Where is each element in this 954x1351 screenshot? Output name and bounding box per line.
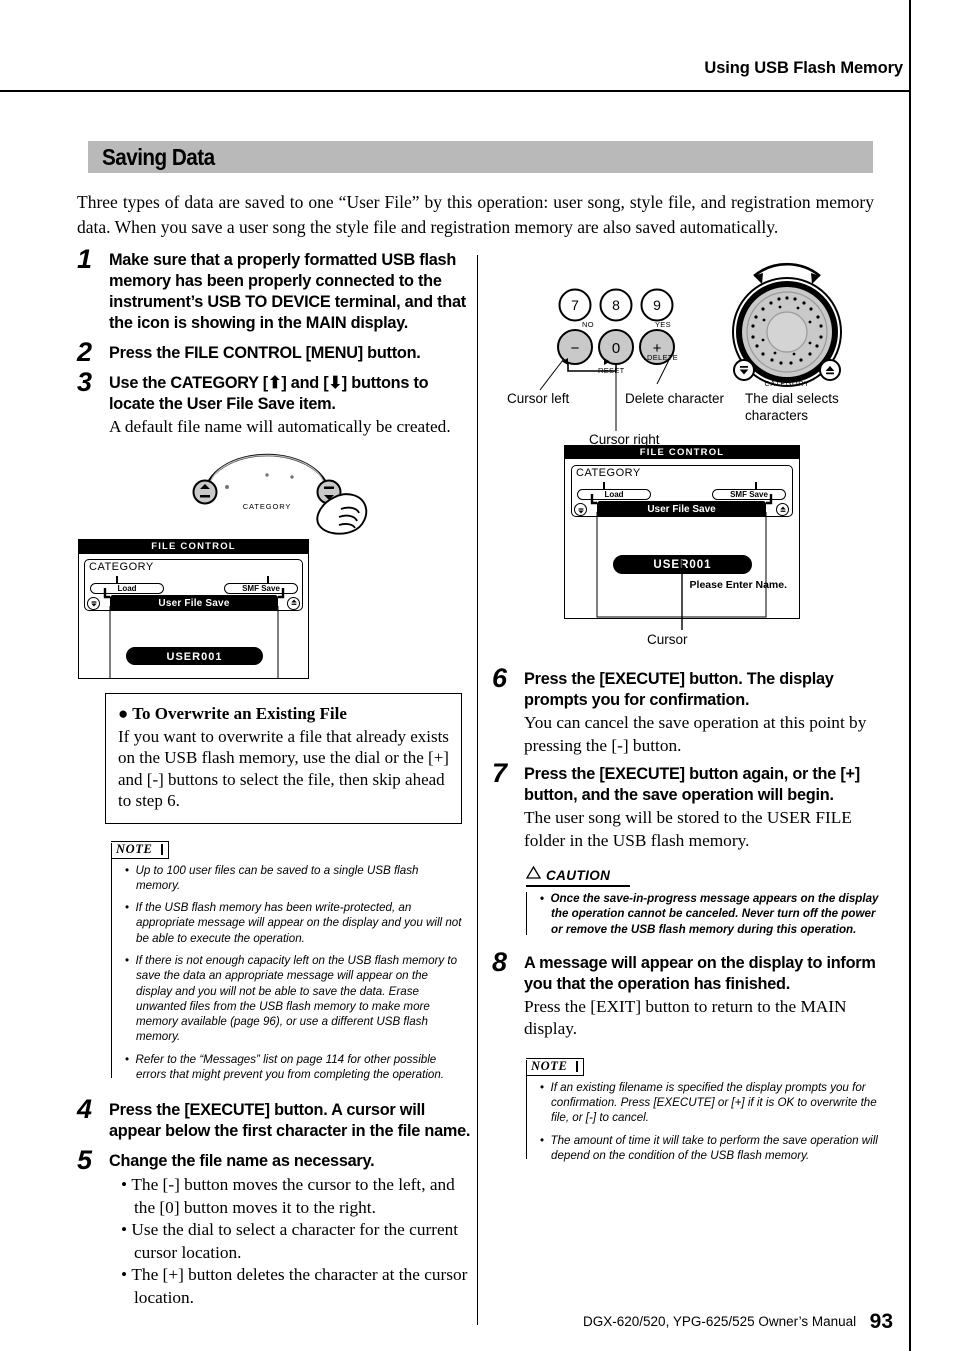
step-number: 3 (77, 367, 93, 397)
caution-block: CAUTION Once the save-in-progress messag… (525, 865, 884, 937)
step-heading: Press the [EXECUTE] button. The display … (524, 670, 834, 709)
lcd-file-control-left: FILE CONTROL CATEGORY Load SMF Save User… (78, 538, 309, 679)
step-body: You can cancel the save operation at thi… (524, 713, 867, 755)
step-3: 3 Use the CATEGORY [⬆] and [⬇] buttons t… (77, 369, 474, 439)
lcd-cursor-leader-svg (681, 560, 683, 630)
note-item: If there is not enough capacity left on … (125, 953, 463, 1045)
category-buttons-svg: CATEGORY (192, 453, 368, 535)
caution-body: Once the save-in-progress message appear… (526, 891, 884, 937)
label-delete: DELETE (647, 353, 678, 362)
caption-cursor-left: Cursor left (507, 391, 570, 406)
footer-text: DGX-620/520, YPG-625/525 Owner’s Manual (583, 1314, 857, 1329)
category-button-illustration: CATEGORY (77, 447, 474, 539)
step-2: 2 Press the FILE CONTROL [MENU] button. (77, 339, 474, 366)
step-7: 7 Press the [EXECUTE] button again, or t… (492, 760, 892, 852)
caption-dial: The dial selects characters (745, 391, 839, 423)
label-category-dial: CATEGORY (764, 381, 809, 388)
note-badge: NOTE (111, 840, 170, 859)
step-bullet-list: The [-] button moves the cursor to the l… (109, 1174, 474, 1309)
overwrite-info-box: ● To Overwrite an Existing File If you w… (105, 692, 462, 824)
step-heading: A message will appear on the display to … (524, 953, 876, 993)
key-0-label: 0 (612, 340, 620, 357)
note-item: Up to 100 user files can be saved to a s… (125, 863, 463, 894)
step-bullet: The [-] button moves the cursor to the l… (121, 1174, 474, 1219)
note-list: If an existing filename is specified the… (536, 1080, 886, 1163)
overwrite-box-title-text: To Overwrite an Existing File (132, 703, 347, 723)
right-column: 7 8 9 − 0 + NO YES DELETE RESET CATEGORY… (492, 250, 892, 1170)
label-no: NO (582, 320, 594, 329)
note-list: Up to 100 user files can be saved to a s… (121, 863, 463, 1083)
step-body: A default file name will automatically b… (109, 417, 451, 436)
key-9-label: 9 (653, 297, 661, 313)
step-1: 1 Make sure that a properly formatted US… (77, 246, 474, 334)
note-item: If the USB flash memory has been write-p… (125, 900, 463, 946)
bullet-dot-icon: ● (118, 703, 129, 723)
step-bullet: Use the dial to select a character for t… (121, 1219, 474, 1264)
key-8-label: 8 (612, 297, 620, 313)
note-badge: NOTE (526, 1057, 585, 1076)
lcd-right-wrapper: FILE CONTROL CATEGORY Load SMF Save User… (492, 445, 892, 675)
lcd-selected-item: User File Save (110, 594, 278, 611)
step-body: Press the [EXIT] button to return to the… (524, 996, 847, 1039)
step-heading: Press the [EXECUTE] button again, or the… (524, 765, 860, 804)
page-header: Using USB Flash Memory (0, 0, 911, 92)
caption-cursor: Cursor (647, 632, 688, 647)
note-item: If an existing filename is specified the… (540, 1080, 886, 1126)
step-5: 5 Change the file name as necessary. The… (77, 1147, 474, 1309)
caution-list: Once the save-in-progress message appear… (536, 891, 884, 937)
step-number: 5 (77, 1145, 93, 1176)
page-number: 93 (869, 1310, 893, 1333)
warning-triangle-icon (525, 865, 542, 884)
note-item: Refer to the “Messages” list on page 114… (125, 1052, 463, 1083)
lcd-file-name: USER001 (126, 646, 263, 665)
lcd-screen-area: CATEGORY Load SMF Save User File Save US… (79, 554, 308, 678)
panel-diagram: 7 8 9 − 0 + NO YES DELETE RESET CATEGORY… (492, 250, 892, 447)
running-head: Using USB Flash Memory (704, 59, 903, 77)
step-6: 6 Press the [EXECUTE] button. The displa… (492, 665, 892, 757)
step-number: 1 (77, 244, 93, 274)
caution-label: CAUTION (546, 867, 611, 883)
svg-text:CATEGORY: CATEGORY (243, 502, 292, 511)
step-number: 4 (77, 1094, 93, 1125)
step-heading: Make sure that a properly formatted USB … (109, 251, 466, 332)
section-title: Saving Data (102, 144, 215, 170)
step-heading: Use the CATEGORY [⬆] and [⬇] buttons to … (109, 374, 429, 413)
step-heading: Press the [EXECUTE] button. A cursor wil… (109, 1101, 471, 1141)
step-number: 6 (492, 663, 508, 693)
step-number: 8 (492, 946, 508, 977)
note-block-right: NOTE If an existing filename is specifie… (526, 1057, 886, 1163)
caption-delete-character: Delete character (625, 391, 725, 406)
label-yes: YES (655, 320, 671, 329)
step-8: 8 A message will appear on the display t… (492, 948, 892, 1041)
overwrite-box-title: ● To Overwrite an Existing File (118, 703, 449, 724)
key-7-label: 7 (571, 297, 579, 313)
step-number: 7 (492, 758, 508, 788)
caution-item: Once the save-in-progress message appear… (540, 891, 884, 937)
left-column: 1 Make sure that a properly formatted US… (77, 246, 474, 1314)
caution-header: CAUTION (525, 865, 630, 887)
step-4: 4 Press the [EXECUTE] button. A cursor w… (77, 1096, 474, 1142)
step-bullet: The [+] button deletes the character at … (121, 1264, 474, 1309)
lcd-title: FILE CONTROL (79, 539, 308, 554)
step-number: 2 (77, 337, 93, 367)
step-body: The user song will be stored to the USER… (524, 808, 852, 850)
page-footer: DGX-620/520, YPG-625/525 Owner’s Manual … (0, 1310, 893, 1334)
key-minus-label: − (571, 340, 580, 357)
section-title-band: Saving Data (88, 141, 873, 173)
note-item: The amount of time it will take to perfo… (540, 1133, 886, 1164)
step-heading: Press the FILE CONTROL [MENU] button. (109, 344, 421, 362)
overwrite-box-text: If you want to overwrite a file that alr… (118, 726, 449, 811)
step-heading: Change the file name as necessary. (109, 1152, 375, 1171)
intro-paragraph: Three types of data are saved to one “Us… (77, 192, 874, 237)
column-divider (477, 255, 478, 1325)
note-block-left: NOTE Up to 100 user files can be saved t… (111, 840, 463, 1083)
